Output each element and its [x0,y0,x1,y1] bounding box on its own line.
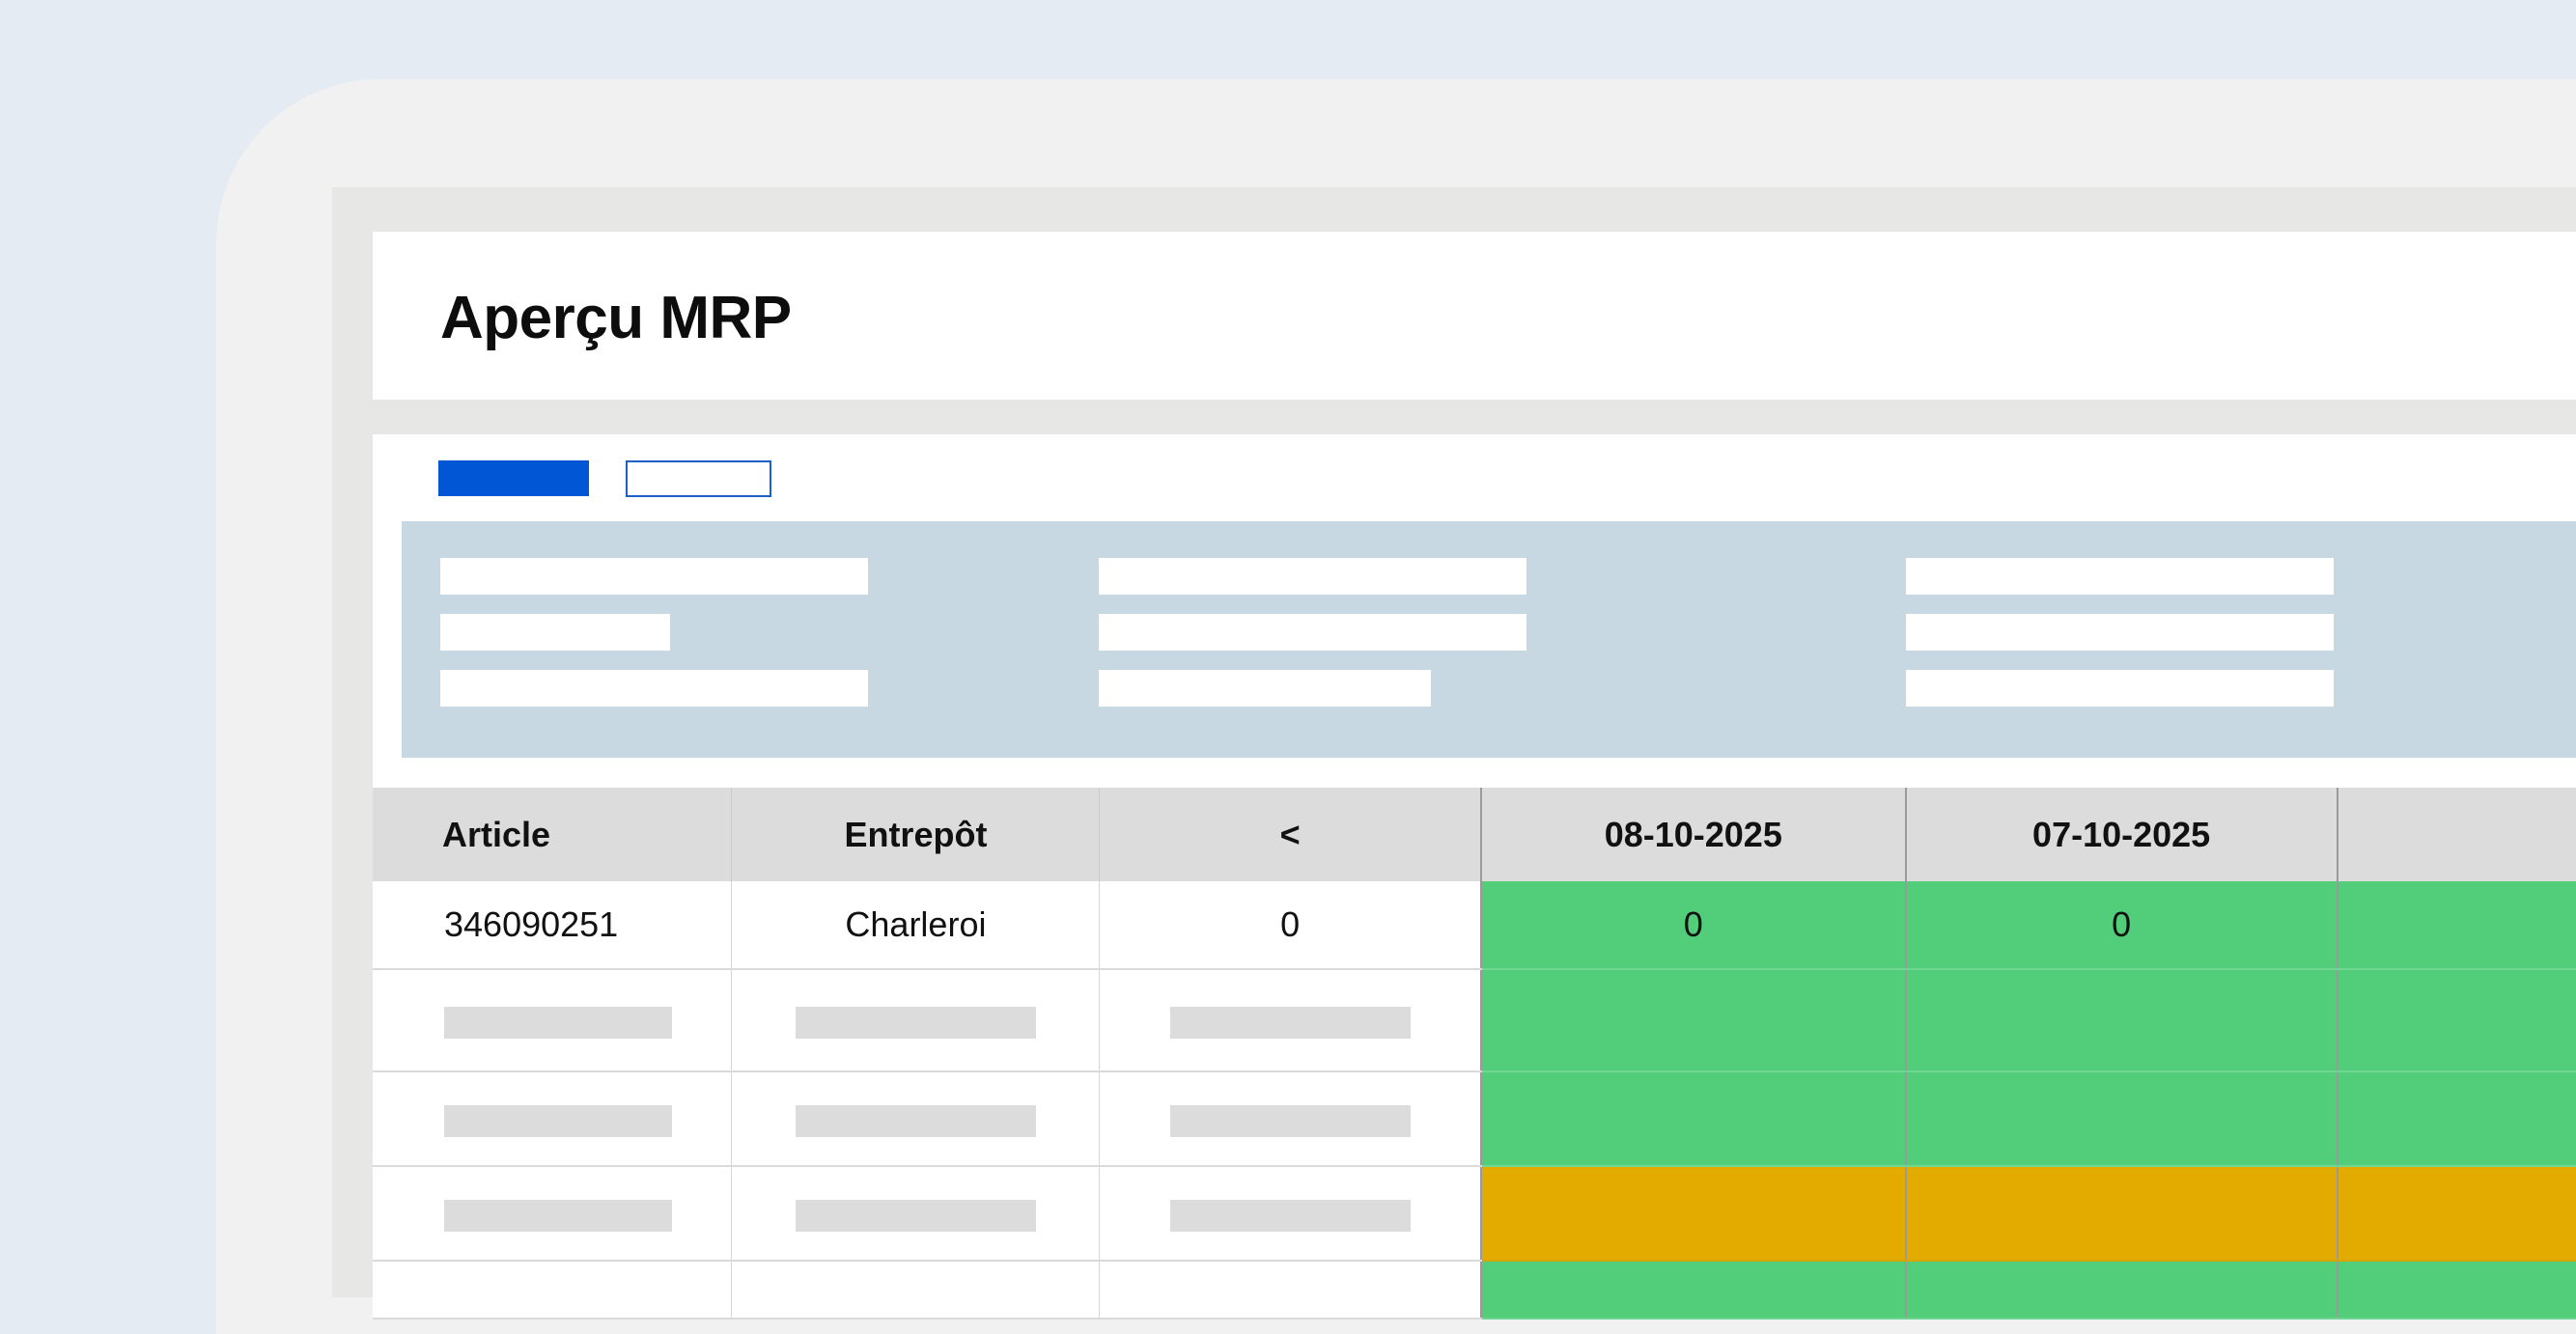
cell-placeholder [373,1166,733,1262]
column-header-date[interactable]: 07-10-2025 [1904,788,2338,881]
primary-button[interactable] [438,460,589,496]
column-header-previous[interactable]: < [1099,788,1482,881]
content-card: Article Entrepôt < 08-10-2025 07-10-2025… [373,434,2576,1320]
cell-placeholder [731,969,1101,1072]
filter-field[interactable] [1099,670,1431,707]
cell-placeholder [1099,1261,1482,1320]
table-row[interactable] [373,1071,2576,1167]
cell-placeholder [373,1261,733,1320]
page-title: Aperçu MRP [440,285,792,351]
cell-date-value[interactable] [2336,969,2576,1072]
cell-date-value[interactable] [1479,1166,1907,1262]
mrp-table: Article Entrepôt < 08-10-2025 07-10-2025… [373,788,2576,1320]
filter-field[interactable] [440,614,670,651]
cell-date-value[interactable] [2336,881,2576,970]
filter-field[interactable] [440,670,868,707]
cell-placeholder [1099,1166,1482,1262]
table-header-row: Article Entrepôt < 08-10-2025 07-10-2025 [373,788,2576,881]
page-header: Aperçu MRP [373,232,2576,400]
filter-field[interactable] [1906,558,2334,595]
cell-date-value[interactable] [2336,1261,2576,1320]
column-header-warehouse[interactable]: Entrepôt [731,788,1101,881]
table-row[interactable] [373,1166,2576,1262]
cell-date-value[interactable] [1479,1261,1907,1320]
cell-date-value[interactable] [1904,1261,2338,1320]
filter-field[interactable] [440,558,868,595]
cell-date-value[interactable] [1479,969,1907,1072]
cell-date-value[interactable]: 0 [1479,881,1907,970]
cell-placeholder [731,1261,1101,1320]
cell-date-value[interactable] [1904,1071,2338,1167]
cell-article: 346090251 [373,881,733,970]
filter-field[interactable] [1099,614,1526,651]
table-row[interactable] [373,1261,2576,1320]
cell-placeholder [373,969,733,1072]
cell-warehouse: Charleroi [731,881,1101,970]
cell-placeholder [1099,1071,1482,1167]
cell-date-value[interactable] [2336,1166,2576,1262]
table-row[interactable] [373,969,2576,1072]
secondary-button[interactable] [626,460,771,497]
column-header-date[interactable]: 08-10-2025 [1479,788,1907,881]
cell-date-value[interactable] [1904,1166,2338,1262]
filter-field[interactable] [1906,670,2334,707]
filter-field[interactable] [1906,614,2334,651]
cell-date-value[interactable] [2336,1071,2576,1167]
cell-placeholder [373,1071,733,1167]
column-header-date[interactable] [2336,788,2576,881]
cell-placeholder [731,1071,1101,1167]
cell-date-value[interactable] [1904,969,2338,1072]
cell-date-value[interactable] [1479,1071,1907,1167]
cell-placeholder [1099,969,1482,1072]
filter-panel [402,521,2576,758]
table-row[interactable]: 346090251 Charleroi 0 0 0 [373,881,2576,970]
column-header-article[interactable]: Article [373,788,733,881]
filter-field[interactable] [1099,558,1526,595]
cell-before: 0 [1099,881,1482,970]
cell-placeholder [731,1166,1101,1262]
cell-date-value[interactable]: 0 [1904,881,2338,970]
